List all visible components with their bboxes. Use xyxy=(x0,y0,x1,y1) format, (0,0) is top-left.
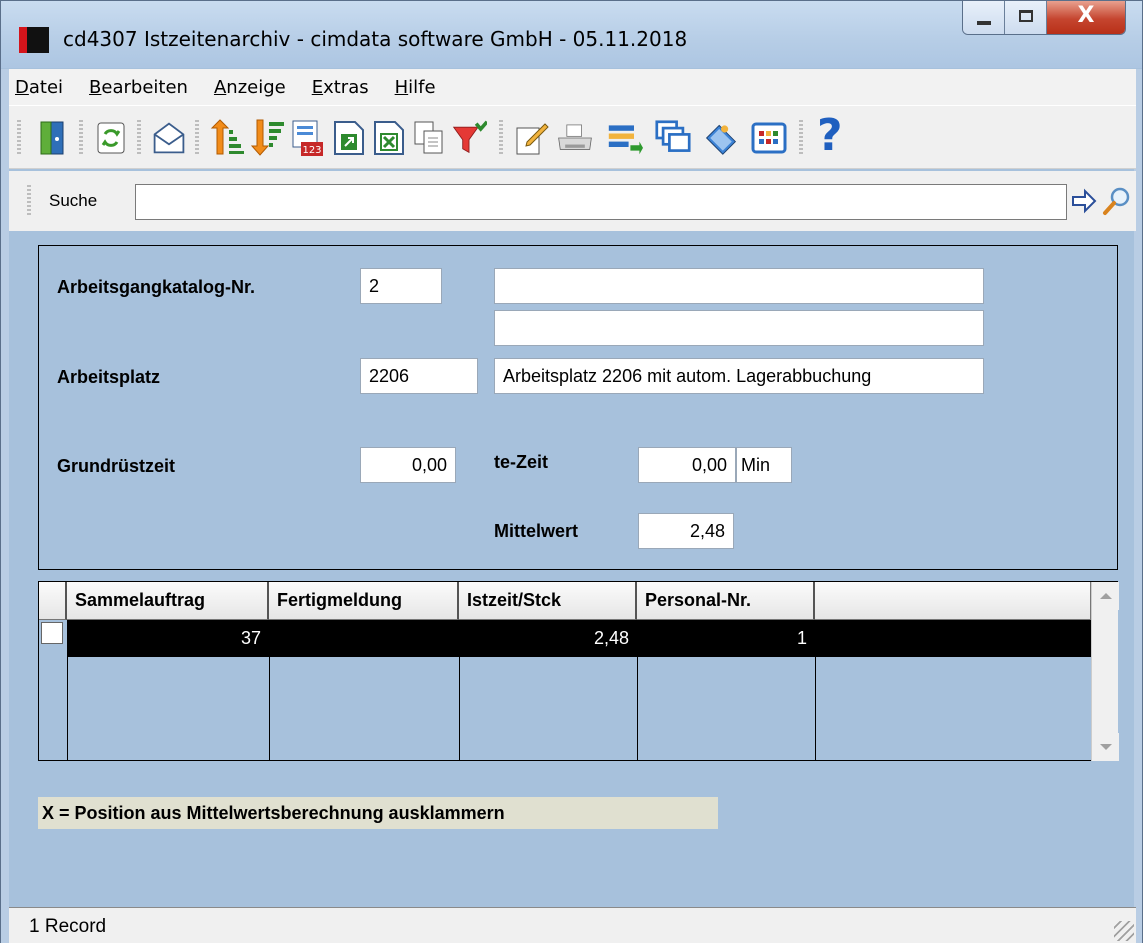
katalog-desc1-field[interactable] xyxy=(494,268,984,304)
menu-bar: Datei Bearbeiten Anzeige Extras Hilfe xyxy=(9,69,1136,105)
search-label: Suche xyxy=(49,191,98,210)
window-title: cd4307 Istzeitenarchiv - cimdata softwar… xyxy=(63,27,688,51)
toolbar-separator xyxy=(137,120,141,156)
arbeitsplatz-desc-field[interactable]: Arbeitsplatz 2206 mit autom. Lagerabbuch… xyxy=(494,358,984,394)
menu-bearbeiten[interactable]: Bearbeiten xyxy=(89,77,188,98)
menu-hilfe[interactable]: Hilfe xyxy=(395,77,436,98)
mittelwert-field[interactable]: 2,48 xyxy=(638,513,734,549)
grid-line xyxy=(269,657,270,761)
refresh-icon[interactable] xyxy=(93,118,129,158)
search-grip[interactable] xyxy=(27,185,31,217)
tezeit-label: te-Zeit xyxy=(494,452,548,472)
resize-grip-icon[interactable] xyxy=(1114,921,1134,941)
export-icon[interactable] xyxy=(331,118,367,158)
scroll-down-button[interactable] xyxy=(1092,733,1119,761)
tezeit-unit: Min xyxy=(736,447,792,483)
toolbar: 123 ? xyxy=(9,105,1136,169)
cell-personal-nr[interactable]: 1 xyxy=(637,620,815,657)
toolbar-separator xyxy=(799,120,803,156)
scroll-up-icon xyxy=(1100,593,1112,599)
data-grid: Sammelauftrag Fertigmeldung Istzeit/Stck… xyxy=(38,581,1119,761)
grundruestzeit-label: Grundrüstzeit xyxy=(57,456,176,476)
app-window: cd4307 Istzeitenarchiv - cimdata softwar… xyxy=(0,0,1143,943)
arbeitsplatz-nr-field[interactable]: 2206 xyxy=(360,358,478,394)
windows-icon[interactable] xyxy=(655,118,691,158)
transfer-icon[interactable] xyxy=(607,118,643,158)
mittelwert-label: Mittelwert xyxy=(494,521,579,541)
close-icon: X xyxy=(1077,3,1095,28)
maximize-icon xyxy=(1019,10,1033,22)
katalog-desc2-field[interactable] xyxy=(494,310,984,346)
grundruestzeit-field[interactable]: 0,00 xyxy=(360,447,456,483)
maximize-button[interactable] xyxy=(1005,1,1047,34)
status-bar: 1 Record xyxy=(9,907,1136,943)
exit-door-icon[interactable] xyxy=(35,118,71,158)
arbeitsplatz-label: Arbeitsplatz xyxy=(57,367,161,387)
window-controls: X xyxy=(962,1,1126,35)
menu-anzeige[interactable]: Anzeige xyxy=(214,77,286,98)
print-icon[interactable] xyxy=(557,118,593,158)
grid-view-icon[interactable] xyxy=(751,118,787,158)
help-icon[interactable]: ? xyxy=(817,112,853,160)
minimize-icon xyxy=(977,21,991,25)
tezeit-field[interactable]: 0,00 xyxy=(638,447,736,483)
search-icon[interactable] xyxy=(1101,185,1133,217)
katalog-label: Arbeitsgangkatalog-Nr. xyxy=(57,277,256,297)
excel-icon[interactable] xyxy=(371,118,407,158)
toolbar-grip[interactable] xyxy=(17,120,21,156)
edit-icon[interactable] xyxy=(513,118,549,158)
status-record-count: 1 Record xyxy=(29,916,107,937)
col-header-empty[interactable] xyxy=(815,582,1091,620)
scroll-up-button[interactable] xyxy=(1092,582,1119,610)
hint-text: X = Position aus Mittelwertsberechnung a… xyxy=(38,797,718,829)
col-header-istzeit[interactable]: Istzeit/Stck xyxy=(459,582,637,620)
email-icon[interactable] xyxy=(151,118,187,158)
katalog-nr-field[interactable]: 2 xyxy=(360,268,442,304)
grid-vertical-scrollbar[interactable] xyxy=(1091,582,1119,761)
search-bar: Suche xyxy=(9,171,1136,231)
grid-header: Sammelauftrag Fertigmeldung Istzeit/Stck… xyxy=(39,582,1091,620)
menu-extras[interactable]: Extras xyxy=(312,77,369,98)
calendar-123-icon[interactable]: 123 xyxy=(289,118,325,158)
app-logo-icon xyxy=(19,27,49,53)
filter-icon[interactable] xyxy=(451,118,487,158)
close-button[interactable]: X xyxy=(1047,1,1125,34)
sort-ascending-icon[interactable] xyxy=(209,118,245,158)
title-bar[interactable]: cd4307 Istzeitenarchiv - cimdata softwar… xyxy=(1,1,1142,68)
toolbar-separator xyxy=(195,120,199,156)
menu-datei[interactable]: Datei xyxy=(15,77,63,98)
window-left-border xyxy=(1,69,9,943)
grid-line xyxy=(637,657,638,761)
toolbar-separator xyxy=(79,120,83,156)
row-checkbox[interactable] xyxy=(41,622,63,644)
detail-panel: Arbeitsgangkatalog-Nr. 2 Arbeitsplatz 22… xyxy=(38,245,1118,570)
col-header-fertigmeldung[interactable]: Fertigmeldung xyxy=(269,582,459,620)
copy-icon[interactable] xyxy=(411,118,447,158)
search-go-arrow-icon[interactable] xyxy=(1071,187,1097,215)
cell-istzeit[interactable]: 2,48 xyxy=(459,620,637,657)
grid-line xyxy=(67,657,68,761)
minimize-button[interactable] xyxy=(963,1,1005,34)
sort-descending-icon[interactable] xyxy=(249,118,285,158)
cell-fertigmeldung[interactable] xyxy=(269,620,459,657)
book-icon[interactable] xyxy=(703,118,739,158)
toolbar-separator xyxy=(499,120,503,156)
grid-line xyxy=(815,657,816,761)
search-input[interactable] xyxy=(135,184,1067,220)
col-header-personal-nr[interactable]: Personal-Nr. xyxy=(637,582,815,620)
grid-line xyxy=(459,657,460,761)
cell-sammelauftrag[interactable]: 37 xyxy=(67,620,269,657)
calendar-text: 123 xyxy=(302,145,321,156)
grid-corner xyxy=(39,582,67,620)
col-header-sammelauftrag[interactable]: Sammelauftrag xyxy=(67,582,269,620)
scroll-down-icon xyxy=(1100,744,1112,750)
